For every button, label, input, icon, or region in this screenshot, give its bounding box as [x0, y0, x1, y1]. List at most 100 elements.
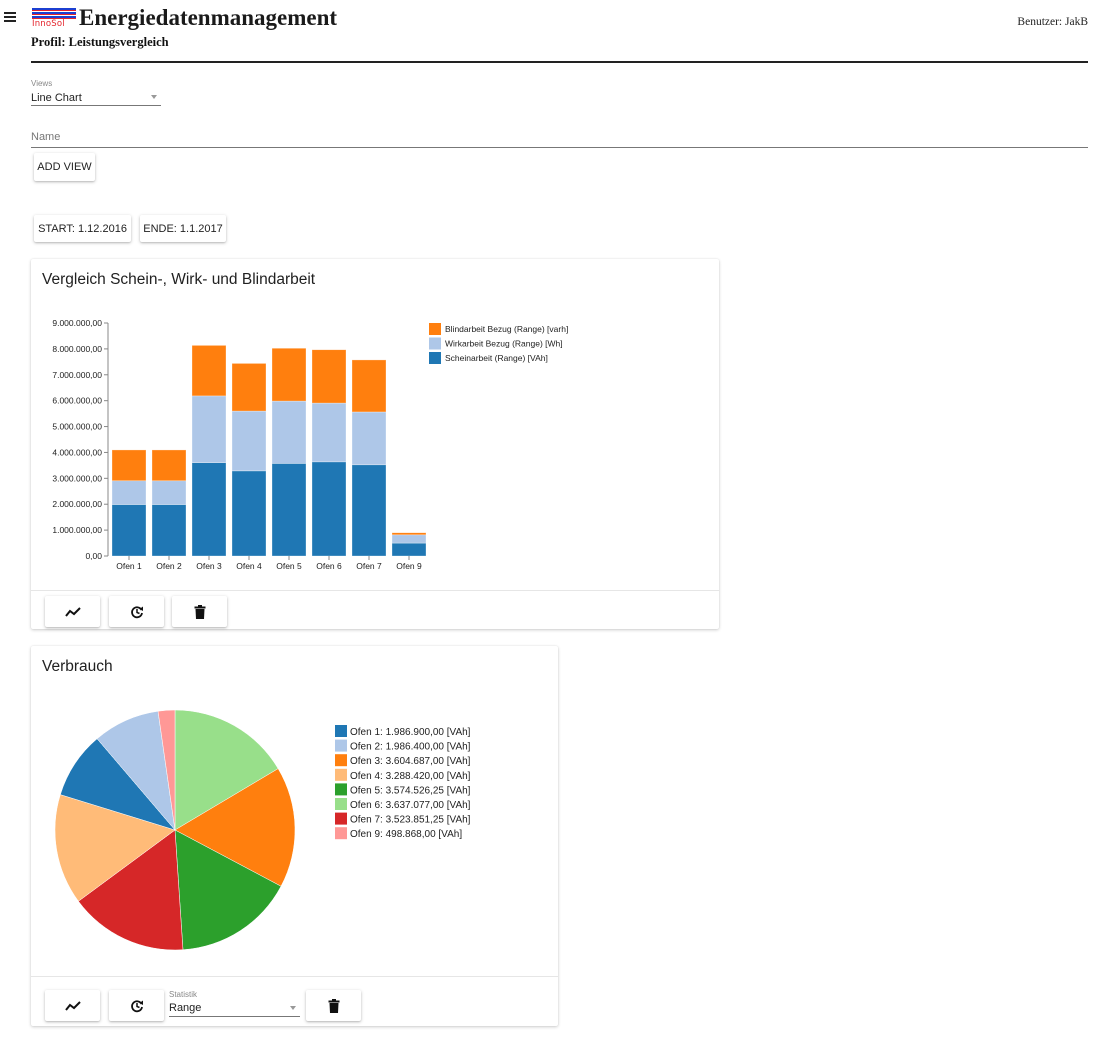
y-tick-label: 8.000.000,00 [52, 344, 102, 354]
bar-segment[interactable] [271, 463, 307, 557]
views-label: Views [31, 79, 53, 88]
profile-title: Profil: Leistungsvergleich [31, 35, 169, 49]
bar-segment[interactable] [271, 400, 307, 464]
bar-segment[interactable] [191, 345, 227, 397]
legend-swatch [335, 798, 347, 810]
y-tick-label: 1.000.000,00 [52, 525, 102, 535]
legend-label: Ofen 1: 1.986.900,00 [VAh] [350, 727, 471, 738]
statistic-select[interactable]: Statistik Range [169, 990, 300, 1017]
bar-segment[interactable] [151, 449, 187, 482]
y-tick-label: 0,00 [85, 551, 102, 561]
x-tick-label: Ofen 7 [356, 561, 382, 571]
pie-chart-card: Verbrauch Ofen 1: 1.986.900,00 [VAh] Ofen… [31, 646, 558, 1026]
x-tick-label: Ofen 9 [396, 561, 422, 571]
views-selected-value: Line Chart [31, 92, 82, 104]
legend-label: Ofen 3: 3.604.687,00 [VAh] [350, 756, 471, 767]
legend-swatch [335, 812, 347, 825]
start-date-button[interactable]: START: 1.12.2016 [34, 215, 131, 242]
bar-segment[interactable] [311, 461, 347, 557]
legend-swatch [335, 739, 347, 752]
pie-chart: Ofen 1: 1.986.900,00 [VAh] Ofen 2: 1.986.… [54, 709, 471, 951]
bar-segment[interactable] [391, 532, 427, 536]
legend-label: Wirkarbeit Bezug (Range) [Wh] [445, 339, 563, 349]
history-button[interactable] [109, 596, 164, 627]
bar-segment[interactable] [111, 480, 147, 505]
line-chart-icon [64, 606, 81, 617]
hamburger-menu-icon[interactable] [4, 12, 16, 22]
legend-label: Blindarbeit Bezug (Range) [varh] [445, 324, 568, 334]
bar-segment[interactable] [391, 534, 427, 544]
line-chart-button[interactable] [45, 596, 100, 627]
legend-swatch [429, 352, 441, 364]
app-title: Energiedatenmanagement [79, 5, 338, 30]
legend-swatch [335, 827, 347, 840]
company-logo: InnoSol [32, 8, 76, 30]
bar-segment[interactable] [191, 395, 227, 463]
trash-icon [328, 998, 339, 1013]
trash-icon [194, 604, 205, 619]
legend-swatch [335, 754, 347, 767]
y-tick-label: 7.000.000,00 [52, 370, 102, 380]
legend-label: Ofen 7: 3.523.851,25 [VAh] [350, 815, 471, 826]
legend-label: Ofen 2: 1.986.400,00 [VAh] [350, 742, 471, 753]
bar-segment[interactable] [351, 464, 387, 557]
card-actions [31, 590, 719, 629]
end-date-button[interactable]: ENDE: 1.1.2017 [140, 215, 226, 242]
add-view-button[interactable]: ADD VIEW [34, 153, 95, 181]
bar-segment[interactable] [231, 363, 267, 412]
delete-button[interactable] [172, 596, 227, 627]
card-actions: Statistik Range [31, 976, 558, 1026]
legend-label: Ofen 6: 3.637.077,00 [VAh] [350, 800, 471, 811]
bar-segment[interactable] [151, 504, 187, 557]
bar-segment[interactable] [391, 542, 427, 557]
user-label: Benutzer: JakB [1017, 16, 1088, 28]
bar-segment[interactable] [231, 410, 267, 472]
bar-segment[interactable] [191, 462, 227, 557]
y-tick-label: 2.000.000,00 [52, 499, 102, 509]
bar-segment[interactable] [151, 480, 187, 505]
dropdown-caret-icon [290, 1006, 296, 1010]
x-tick-label: Ofen 2 [156, 561, 182, 571]
logo-mark [32, 8, 76, 19]
bar-segment[interactable] [311, 349, 347, 404]
y-tick-label: 6.000.000,00 [52, 396, 102, 406]
y-tick-label: 5.000.000,00 [52, 422, 102, 432]
bar-segment[interactable] [111, 449, 147, 482]
legend-label: Ofen 9: 498.868,00 [VAh] [350, 829, 462, 840]
statistic-label: Statistik [169, 990, 198, 999]
history-button[interactable] [109, 990, 164, 1021]
legend-swatch [429, 337, 441, 350]
legend-swatch [429, 323, 441, 335]
bar-segment[interactable] [231, 470, 267, 557]
delete-button[interactable] [306, 990, 361, 1021]
legend-label: Scheinarbeit (Range) [VAh] [445, 353, 548, 363]
history-icon [130, 999, 143, 1012]
logo-text: InnoSol [32, 19, 65, 29]
x-tick-label: Ofen 6 [316, 561, 342, 571]
bar-chart-card: Vergleich Schein-, Wirk- und Blindarbeit… [31, 259, 719, 629]
bar-segment[interactable] [271, 347, 307, 402]
bar-segment[interactable] [111, 504, 147, 557]
x-tick-label: Ofen 5 [276, 561, 302, 571]
bar-segment[interactable] [351, 411, 387, 466]
history-icon [130, 605, 143, 618]
y-tick-label: 3.000.000,00 [52, 473, 102, 483]
header-divider [31, 61, 1088, 63]
legend-label: Ofen 5: 3.574.526,25 [VAh] [350, 785, 471, 796]
x-tick-label: Ofen 4 [236, 561, 262, 571]
dropdown-caret-icon [151, 95, 157, 99]
stacked-bar-chart: 0,00 1.000.000,00 2.000.000,00 3.000.000,00… [52, 318, 568, 571]
x-tick-label: Ofen 3 [196, 561, 222, 571]
line-chart-button[interactable] [45, 990, 100, 1021]
views-select[interactable]: Views Line Chart [31, 79, 161, 106]
name-input[interactable] [31, 131, 1088, 143]
legend-label: Ofen 4: 3.288.420,00 [VAh] [350, 771, 471, 782]
bar-segment[interactable] [351, 359, 387, 413]
legend-swatch [335, 768, 347, 781]
bar-segment[interactable] [311, 402, 347, 463]
name-field[interactable] [31, 131, 1088, 148]
statistic-selected-value: Range [169, 1002, 202, 1014]
legend-swatch [335, 725, 347, 737]
legend-swatch [335, 783, 347, 796]
x-tick-label: Ofen 1 [116, 561, 142, 571]
